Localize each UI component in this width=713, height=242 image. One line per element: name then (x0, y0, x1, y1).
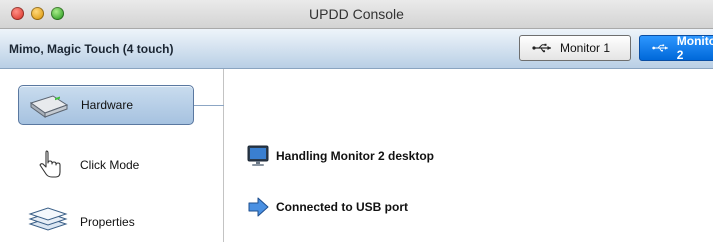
sidebar-item-properties[interactable]: Properties (18, 202, 194, 242)
hardware-icon (29, 95, 69, 118)
layers-icon (28, 207, 68, 231)
sidebar-item-label: Click Mode (80, 158, 140, 172)
sidebar: Hardware Click Mode Properties (0, 69, 224, 242)
window-title: UPDD Console (309, 6, 404, 22)
sidebar-item-label: Hardware (81, 98, 134, 112)
hand-pointer-icon (39, 150, 61, 178)
selection-connector (194, 105, 224, 106)
status-usb-row: Connected to USB port (246, 195, 408, 219)
usb-icon (652, 44, 668, 52)
updd-console-window: UPDD Console Mimo, Magic Touch (4 touch)… (0, 0, 713, 242)
monitor-1-label: Monitor 1 (560, 41, 611, 55)
sidebar-item-hardware[interactable]: Hardware (18, 85, 194, 125)
sidebar-item-click-mode[interactable]: Click Mode (18, 145, 194, 185)
status-usb-text: Connected to USB port (276, 200, 408, 214)
device-name: Mimo, Magic Touch (4 touch) (9, 42, 174, 56)
status-monitor-row: Handling Monitor 2 desktop (246, 144, 434, 168)
device-bar: Mimo, Magic Touch (4 touch) Monitor 1 Mo… (0, 29, 713, 69)
monitor-2-label: Monitor 2 (676, 34, 713, 62)
status-monitor-text: Handling Monitor 2 desktop (276, 149, 434, 163)
monitor-1-button[interactable]: Monitor 1 (519, 35, 631, 61)
monitor-icon (247, 145, 269, 166)
title-bar: UPDD Console (0, 0, 713, 29)
sidebar-item-label: Properties (80, 215, 135, 229)
usb-icon (532, 43, 551, 53)
monitor-2-button[interactable]: Monitor 2 (639, 34, 713, 62)
arrow-right-icon (248, 197, 269, 217)
